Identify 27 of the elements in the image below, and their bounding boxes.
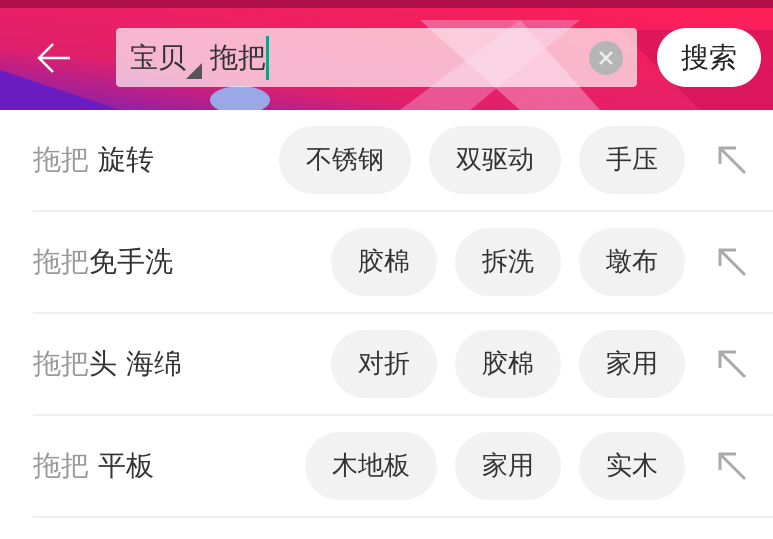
search-query: 拖把 bbox=[210, 40, 266, 76]
tag-chip[interactable]: 木地板 bbox=[305, 432, 437, 500]
fill-arrow-icon[interactable] bbox=[717, 247, 747, 277]
tag-chip[interactable]: 手压 bbox=[579, 126, 685, 194]
suggestion-text[interactable]: 拖把头 海绵 bbox=[33, 343, 182, 385]
tag-chip[interactable]: 家用 bbox=[455, 432, 561, 500]
suggestion-text[interactable]: 拖把免手洗 bbox=[33, 241, 173, 283]
fill-arrow-icon[interactable] bbox=[717, 349, 747, 379]
fill-arrow-icon[interactable] bbox=[717, 145, 747, 175]
back-icon[interactable] bbox=[36, 42, 72, 74]
scope-selector[interactable]: 宝贝 bbox=[130, 36, 186, 78]
fill-arrow-icon[interactable] bbox=[717, 451, 747, 481]
clear-icon[interactable] bbox=[589, 40, 623, 74]
tag-chip[interactable]: 实木 bbox=[579, 432, 685, 500]
suggestion-text[interactable]: 拖把 平板 bbox=[33, 445, 154, 487]
text-cursor bbox=[266, 36, 269, 80]
tag-chip[interactable]: 家用 bbox=[579, 330, 685, 398]
tag-chip[interactable]: 墩布 bbox=[579, 228, 685, 296]
tag-chip[interactable]: 双驱动 bbox=[429, 126, 561, 194]
tag-chip[interactable]: 胶棉 bbox=[455, 330, 561, 398]
tag-chip[interactable]: 拆洗 bbox=[455, 228, 561, 296]
search-field[interactable]: 宝贝 拖把 bbox=[116, 28, 637, 87]
suggestion-text[interactable]: 拖把 旋转 bbox=[33, 139, 154, 181]
tag-chip[interactable]: 对折 bbox=[331, 330, 437, 398]
tag-chip[interactable]: 胶棉 bbox=[331, 228, 437, 296]
tag-chip[interactable]: 不锈钢 bbox=[279, 126, 411, 194]
dropdown-icon bbox=[186, 63, 202, 79]
